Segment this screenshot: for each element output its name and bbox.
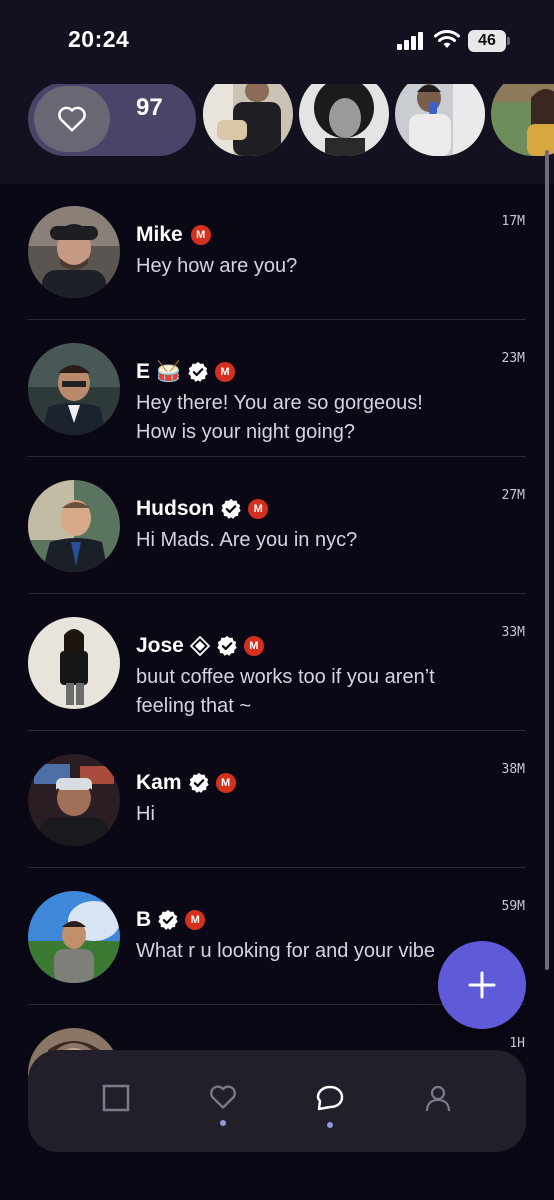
conversation-row[interactable]: Kam M Hi 38M [0,732,554,869]
messages-screen: 20:24 46 97 Mike M Hey how are you? 17M … [0,0,554,1200]
message-preview: What r u looking for and your vibe [136,940,436,962]
name-row: E 🥁 M [136,359,235,385]
tab-discover[interactable] [76,1050,156,1152]
wifi-icon [434,30,460,48]
divider [28,867,526,868]
tab-profile[interactable] [398,1050,478,1152]
status-time: 20:24 [68,26,130,52]
story-avatar[interactable] [203,84,293,156]
new-message-button[interactable] [438,941,526,1029]
timestamp: 1H [509,1036,525,1051]
avatar[interactable] [28,617,120,709]
contact-name: B [136,908,152,931]
name-row: BM [136,907,206,933]
member-badge: M [190,225,211,245]
likes-button[interactable]: 97 [28,84,196,156]
heart-icon [58,106,86,132]
member-badge: M [248,499,269,519]
timestamp: 38M [501,762,525,777]
message-preview: buut coffee works too if you aren’t feel… [136,666,435,717]
conversation-row[interactable]: E 🥁 M Hey there! You are so gorgeous! How i… [0,321,554,458]
battery-icon: 46 [468,30,510,52]
stories-bar: 97 [0,84,554,184]
conversation-row[interactable]: Jose Mbuut coffee works too if you aren’t… [0,595,554,732]
message-preview: Hey how are you? [136,255,298,277]
contact-name: Hudson [136,497,215,520]
divider [28,593,526,594]
avatar[interactable] [28,343,120,435]
conversation-row[interactable]: Hudson M Hi Mads. Are you in nyc? 27M [0,458,554,595]
likes-heart-badge [34,86,110,152]
verified-badge-icon [188,772,209,793]
likes-count: 97 [136,94,163,121]
conversation-row[interactable]: Mike M Hey how are you? 17M [0,184,554,321]
bottom-tab-bar [28,1050,526,1152]
story-avatar[interactable] [299,84,389,156]
contact-name: Kam [136,771,182,794]
square-icon [102,1084,130,1112]
tab-likes[interactable] [183,1050,263,1152]
notification-dot [327,1122,333,1128]
battery-level: 46 [468,30,506,52]
cellular-signal-icon [397,32,423,50]
timestamp: 17M [501,214,525,229]
diamond-icon [189,636,210,656]
timestamp: 33M [501,625,525,640]
divider [28,456,526,457]
contact-name: Jose [136,634,184,657]
timestamp: 23M [501,351,525,366]
timestamp: 59M [501,899,525,914]
timestamp: 27M [501,488,525,503]
name-row: Hudson M [136,496,269,522]
contact-name: E [136,360,151,383]
notification-dot [220,1120,226,1126]
member-badge: M [215,773,236,793]
profile-icon [425,1085,451,1112]
tab-messages[interactable] [290,1050,370,1152]
member-badge: M [243,636,264,656]
name-emoji: 🥁 [156,361,181,383]
plus-icon [468,971,496,999]
chat-bubble-icon [316,1085,344,1111]
status-bar: 20:24 46 [0,0,554,84]
avatar[interactable] [28,480,120,572]
divider [28,319,526,320]
divider [28,730,526,731]
verified-badge-icon [188,361,208,382]
member-badge: M [185,910,206,930]
member-badge: M [214,362,235,382]
contact-name: Mike [136,223,183,246]
story-avatar[interactable] [491,84,554,156]
verified-badge-icon [217,635,237,656]
heart-icon [210,1085,236,1109]
avatar[interactable] [28,891,120,983]
avatar[interactable] [28,754,120,846]
verified-badge-icon [221,498,241,519]
name-row: Mike M [136,222,211,248]
verified-badge-icon [158,909,178,930]
name-row: Kam M [136,770,236,796]
story-avatar[interactable] [395,84,485,156]
message-preview: Hi Mads. Are you in nyc? [136,529,358,551]
scrollbar[interactable] [545,150,549,970]
name-row: Jose M [136,633,264,659]
message-preview: Hey there! You are so gorgeous! How is y… [136,392,423,443]
avatar[interactable] [28,206,120,298]
message-preview: Hi [136,803,155,825]
